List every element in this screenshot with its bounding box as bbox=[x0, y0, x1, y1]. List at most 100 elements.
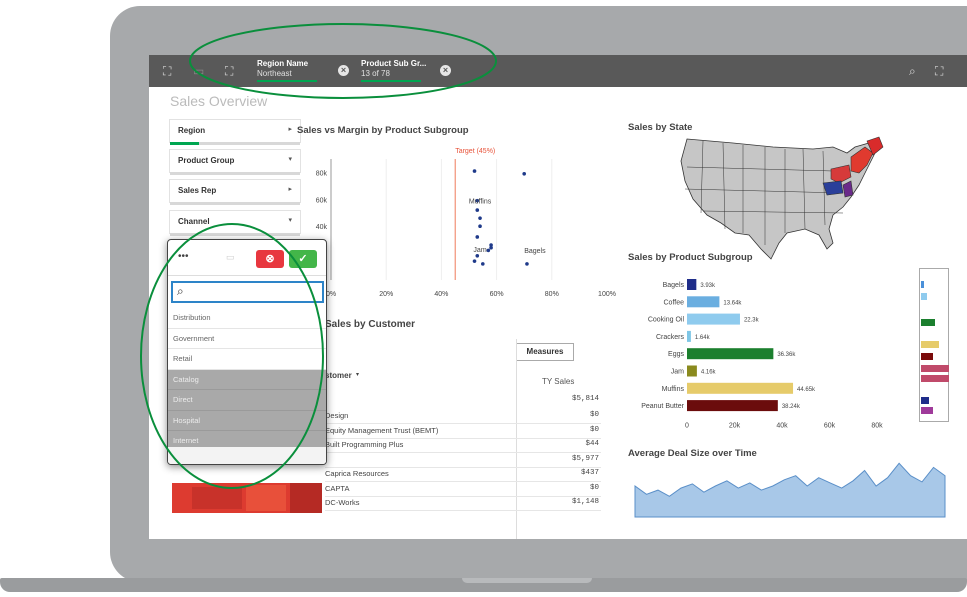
cancel-selection-button[interactable]: ⊗ bbox=[256, 250, 284, 268]
bar-x-tick: 60k bbox=[824, 422, 836, 429]
filter-label: Channel bbox=[178, 217, 210, 226]
check-icon: ✓ bbox=[298, 253, 308, 265]
y-tick-label: 80k bbox=[316, 170, 328, 177]
listbox-item[interactable]: Direct bbox=[168, 390, 326, 411]
stage: ⛶ ▭ ⛶ Region Name Northeast × Product Su… bbox=[0, 0, 967, 597]
bar bbox=[687, 330, 691, 342]
selection-chip-subgroup[interactable]: Product Sub Gr... 13 of 78 × bbox=[361, 59, 453, 83]
bar-category-label: Eggs bbox=[668, 351, 684, 358]
customer-name[interactable]: CAPTA bbox=[325, 484, 349, 493]
filter-label: Product Group bbox=[178, 156, 235, 165]
measures-button[interactable]: Measures bbox=[516, 343, 574, 361]
bar-category-label: Muffins bbox=[662, 386, 685, 393]
us-mainland-shape[interactable] bbox=[680, 138, 878, 260]
x-tick-label: 40% bbox=[434, 291, 448, 298]
clear-selection-icon[interactable]: × bbox=[338, 65, 349, 76]
treemap[interactable] bbox=[172, 483, 322, 513]
listbox-item[interactable]: Catalog bbox=[168, 369, 326, 390]
customer-value: $437 bbox=[580, 469, 599, 477]
filter-product-group[interactable]: Product Group ▾ bbox=[169, 149, 301, 175]
bar-category-label: Coffee bbox=[664, 299, 685, 306]
customer-value: $0 bbox=[589, 425, 599, 434]
target-label: Target (45%) bbox=[455, 148, 495, 155]
scatter-point bbox=[486, 248, 491, 253]
customer-name[interactable]: DC-Works bbox=[325, 498, 359, 507]
row-divider bbox=[325, 423, 601, 424]
selection-tool-icon[interactable]: ▭ bbox=[226, 252, 235, 263]
scatter-point bbox=[525, 262, 529, 266]
search-icon[interactable]: ⌕ bbox=[909, 64, 916, 79]
chevron-right-icon: ▸ bbox=[288, 186, 292, 193]
scatter-point bbox=[478, 216, 482, 220]
treemap-cell[interactable] bbox=[290, 483, 322, 513]
filter-sales-rep[interactable]: Sales Rep ▸ bbox=[169, 179, 301, 205]
scatter-point bbox=[475, 235, 480, 239]
customer-name[interactable]: Design bbox=[325, 411, 348, 420]
filter-bar-fill bbox=[170, 142, 199, 145]
clear-selection-icon[interactable]: × bbox=[440, 65, 451, 76]
x-tick-label: 100% bbox=[598, 291, 616, 298]
selections-bar: ⛶ ▭ ⛶ Region Name Northeast × Product Su… bbox=[149, 55, 967, 87]
mini-chart[interactable] bbox=[919, 268, 949, 422]
state-pa-blue[interactable] bbox=[822, 180, 844, 196]
chip-value: 13 of 78 bbox=[361, 69, 421, 82]
filter-region[interactable]: Region ▸ bbox=[169, 119, 301, 145]
customer-name[interactable]: Equity Management Trust (BEMT) bbox=[325, 426, 438, 435]
point-label: Jam bbox=[473, 247, 486, 254]
chevron-down-icon[interactable]: ▾ bbox=[356, 371, 359, 378]
customer-title: Sales by Customer bbox=[325, 319, 416, 330]
x-tick-label: 0% bbox=[326, 291, 336, 298]
bar-value-label: 38.24k bbox=[782, 404, 801, 410]
y-tick-label: 40k bbox=[316, 224, 328, 231]
y-tick-label: 60k bbox=[316, 197, 328, 204]
row-divider bbox=[325, 466, 601, 468]
map-title: Sales by State bbox=[628, 122, 693, 133]
back-icon[interactable]: ▭ bbox=[193, 64, 204, 78]
scatter-chart[interactable]: Target (45%) 80k 60k 40k 0% 20% 40% 60% 80% 100… bbox=[297, 145, 619, 303]
ty-sales-header[interactable]: TY Sales bbox=[542, 377, 574, 386]
bar-value-label: 3.93k bbox=[700, 283, 716, 289]
treemap-cell[interactable] bbox=[192, 487, 242, 509]
selection-chip-region[interactable]: Region Name Northeast × bbox=[257, 59, 349, 83]
bar bbox=[687, 279, 697, 290]
x-tick-label: 20% bbox=[379, 291, 393, 298]
scatter-point bbox=[478, 224, 482, 229]
bar-value-label: 1.64k bbox=[695, 335, 711, 341]
deal-area-chart[interactable] bbox=[627, 455, 947, 525]
row-divider bbox=[325, 452, 601, 453]
bar bbox=[687, 313, 740, 325]
customer-name[interactable]: Caprica Resources bbox=[325, 469, 389, 478]
filter-channel[interactable]: Channel ▾ bbox=[169, 210, 301, 236]
mini-bar bbox=[921, 293, 927, 300]
row-divider bbox=[325, 437, 601, 439]
subgroup-bar-chart[interactable]: Bagels Coffee Cooking Oil Crackers Eggs Jam Mu… bbox=[627, 273, 919, 449]
customer-column-header[interactable]: stomer bbox=[325, 371, 352, 380]
listbox-item[interactable]: Retail bbox=[168, 349, 326, 370]
page-title: Sales Overview bbox=[170, 93, 268, 109]
chip-value: Northeast bbox=[257, 69, 317, 82]
customer-name[interactable]: Built Programming Plus bbox=[325, 440, 403, 449]
chevron-right-icon: ▸ bbox=[288, 126, 292, 133]
listbox-item[interactable]: Government bbox=[168, 329, 326, 349]
select-icon[interactable]: ⛶ bbox=[163, 64, 171, 79]
treemap-cell[interactable] bbox=[246, 485, 286, 511]
fullscreen-icon[interactable]: ⛶ bbox=[935, 64, 943, 79]
listbox-items: Distribution Government Retail Catalog Direc… bbox=[168, 308, 326, 452]
channel-listbox-popup: ••• ▭ ⊗ ✓ ⌕ Distribution Government Retail… bbox=[167, 239, 327, 465]
app-screen: ⛶ ▭ ⛶ Region Name Northeast × Product Su… bbox=[149, 55, 967, 539]
confirm-selection-button[interactable]: ✓ bbox=[289, 250, 317, 268]
bar bbox=[687, 365, 697, 377]
subgroup-title: Sales by Product Subgroup bbox=[628, 252, 753, 263]
scatter-title: Sales vs Margin by Product Subgroup bbox=[297, 125, 469, 136]
scatter-point bbox=[481, 262, 485, 266]
listbox-search-input[interactable] bbox=[191, 285, 321, 299]
area-series bbox=[634, 462, 946, 518]
listbox-item[interactable]: Hospital bbox=[168, 410, 326, 431]
forward-icon[interactable]: ⛶ bbox=[225, 64, 233, 79]
listbox-item[interactable]: Distribution bbox=[168, 308, 326, 329]
bar-x-tick: 0 bbox=[685, 422, 689, 429]
listbox-search[interactable]: ⌕ bbox=[171, 281, 324, 303]
bar-category-label: Jam bbox=[671, 369, 684, 376]
bar-value-label: 44.65k bbox=[797, 387, 816, 393]
more-options-icon[interactable]: ••• bbox=[178, 251, 189, 262]
